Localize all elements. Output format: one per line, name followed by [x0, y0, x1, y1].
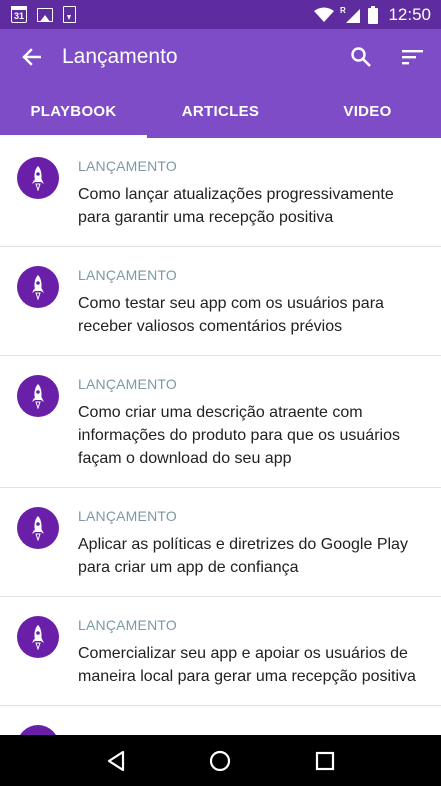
list-item[interactable]: LANÇAMENTO Como criar uma descrição atra…	[0, 356, 441, 488]
list-item-content: LANÇAMENTO Como lançar atualizações prog…	[78, 157, 427, 229]
list-item[interactable]: LANÇAMENTO Como testar seu app com os us…	[0, 247, 441, 356]
list-item-content: LANÇAMENTO Comercializar seu app e apoia…	[78, 616, 427, 688]
list-item[interactable]	[0, 706, 441, 735]
article-list: LANÇAMENTO Como lançar atualizações prog…	[0, 138, 441, 735]
item-title: Como criar uma descrição atraente com in…	[78, 404, 400, 467]
app-bar: Lançamento	[0, 29, 441, 85]
list-item[interactable]: LANÇAMENTO Comercializar seu app e apoia…	[0, 597, 441, 706]
calendar-day: 31	[13, 11, 24, 21]
search-button[interactable]	[335, 29, 387, 85]
item-category: LANÇAMENTO	[78, 267, 177, 283]
status-time: 12:50	[388, 4, 431, 24]
page-title: Lançamento	[62, 45, 178, 68]
rocket-icon	[17, 157, 59, 199]
list-item-content	[78, 725, 427, 734]
sort-button[interactable]	[387, 29, 439, 85]
item-title: Como lançar atualizações progressivament…	[78, 186, 394, 226]
tab-video[interactable]: VIDEO	[294, 85, 441, 138]
status-bar-right: R 12:50	[314, 5, 431, 25]
sort-icon	[402, 50, 423, 65]
status-bar-left: 31	[11, 6, 76, 23]
home-nav-icon	[210, 750, 231, 771]
rocket-icon	[17, 616, 59, 658]
search-icon	[351, 47, 371, 67]
tab-playbook[interactable]: PLAYBOOK	[0, 85, 147, 138]
item-title: Como testar seu app com os usuários para…	[78, 295, 384, 335]
tab-articles[interactable]: ARTICLES	[147, 85, 294, 138]
rocket-icon	[17, 725, 59, 735]
back-button[interactable]	[0, 29, 62, 85]
list-item-content: LANÇAMENTO Como testar seu app com os us…	[78, 266, 427, 338]
list-item[interactable]: LANÇAMENTO Como lançar atualizações prog…	[0, 138, 441, 247]
rocket-icon	[17, 375, 59, 417]
back-nav-icon	[108, 750, 125, 771]
signal-icon: R	[340, 6, 361, 23]
status-bar: 31 R 12:50	[0, 0, 441, 29]
list-item-content: LANÇAMENTO Como criar uma descrição atra…	[78, 375, 427, 470]
wifi-icon	[314, 7, 335, 22]
nav-home-button[interactable]	[200, 741, 240, 781]
rocket-icon	[17, 266, 59, 308]
download-icon	[63, 6, 76, 23]
item-category: LANÇAMENTO	[78, 158, 177, 174]
arrow-back-icon	[22, 48, 41, 66]
item-category: LANÇAMENTO	[78, 617, 177, 633]
calendar-icon: 31	[11, 6, 27, 23]
list-item[interactable]: LANÇAMENTO Aplicar as políticas e diretr…	[0, 488, 441, 597]
image-icon	[37, 7, 53, 22]
item-category: LANÇAMENTO	[78, 508, 177, 524]
navigation-bar	[0, 735, 441, 786]
item-title: Comercializar seu app e apoiar os usuári…	[78, 645, 416, 685]
battery-icon	[368, 5, 379, 24]
recents-nav-icon	[315, 751, 334, 770]
svg-text:R: R	[340, 6, 346, 15]
nav-back-button[interactable]	[96, 741, 136, 781]
tab-bar: PLAYBOOK ARTICLES VIDEO	[0, 85, 441, 138]
nav-recents-button[interactable]	[305, 741, 345, 781]
item-category: LANÇAMENTO	[78, 376, 177, 392]
rocket-icon	[17, 507, 59, 549]
list-item-content: LANÇAMENTO Aplicar as políticas e diretr…	[78, 507, 427, 579]
item-title: Aplicar as políticas e diretrizes do Goo…	[78, 536, 408, 576]
